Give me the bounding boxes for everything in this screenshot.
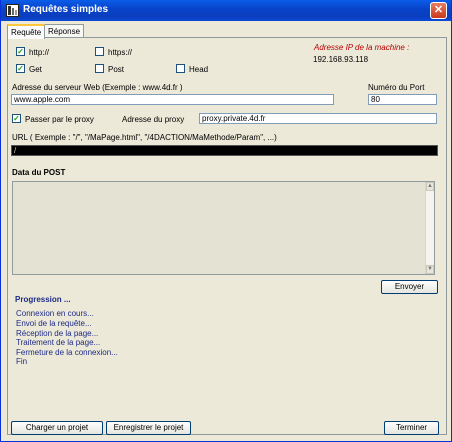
- tab-reponse[interactable]: Réponse: [44, 24, 85, 38]
- get-label: Get: [29, 65, 42, 74]
- tab-requete[interactable]: Requête: [7, 24, 46, 39]
- progress-step: Fin: [16, 357, 28, 366]
- tab-requete-label: Requête: [11, 28, 42, 37]
- load-project-button[interactable]: Charger un projet: [11, 421, 103, 435]
- progress-step: Connexion en cours...: [16, 309, 94, 318]
- arrow-down-icon[interactable]: ▼: [426, 265, 434, 274]
- checkmark-icon: ✓: [13, 114, 20, 123]
- window-title: Requêtes simples: [23, 4, 109, 15]
- post-label: Post: [108, 65, 125, 74]
- requetes-window: Requêtes simples ✕ Requête Réponse ✓ htt…: [0, 0, 452, 442]
- progress-step: Envoi de la requête...: [16, 319, 92, 328]
- get-checkbox[interactable]: ✓: [16, 64, 25, 73]
- port-label: Numéro du Port: [368, 83, 425, 92]
- http-label: http://: [29, 48, 50, 57]
- progress-step: Traitement de la page...: [16, 338, 101, 347]
- http-checkbox[interactable]: ✓: [16, 47, 25, 56]
- post-data-label: Data du POST: [12, 168, 66, 177]
- head-label: Head: [189, 65, 209, 74]
- machine-ip-label: Adresse IP de la machine :: [314, 43, 410, 52]
- proxy-checkbox-label: Passer par le proxy: [25, 115, 94, 124]
- requete-panel: ✓ http:// https:// ✓ Get Post Head Adres…: [7, 37, 447, 435]
- checkmark-icon: ✓: [17, 64, 24, 73]
- arrow-up-icon[interactable]: ▲: [426, 182, 434, 191]
- server-address-input[interactable]: www.apple.com: [11, 94, 334, 105]
- url-label: URL ( Exemple : "/", "/MaPage.html", "/4…: [12, 133, 277, 142]
- progression-title: Progression ...: [15, 295, 71, 304]
- post-checkbox[interactable]: [95, 64, 104, 73]
- post-data-scrollbar[interactable]: ▲ ▼: [425, 182, 434, 274]
- url-input[interactable]: /: [11, 145, 438, 156]
- port-input[interactable]: 80: [368, 94, 437, 105]
- https-checkbox[interactable]: [95, 47, 104, 56]
- progress-step: Fermeture de la connexion...: [16, 348, 118, 357]
- machine-ip-value: 192.168.93.118: [313, 55, 369, 64]
- progress-step: Réception de la page...: [16, 329, 99, 338]
- close-icon: ✕: [433, 4, 444, 16]
- proxy-checkbox[interactable]: ✓: [12, 114, 21, 123]
- checkmark-icon: ✓: [17, 47, 24, 56]
- 4d-app-icon: [6, 4, 19, 17]
- send-button[interactable]: Envoyer: [381, 280, 438, 294]
- finish-button[interactable]: Terminer: [384, 421, 439, 435]
- tab-reponse-label: Réponse: [48, 27, 81, 36]
- post-data-textarea[interactable]: ▲ ▼: [12, 181, 435, 275]
- title-bar[interactable]: Requêtes simples ✕: [1, 0, 451, 21]
- close-button[interactable]: ✕: [430, 2, 447, 19]
- proxy-address-input[interactable]: proxy.private.4d.fr: [199, 113, 437, 124]
- head-checkbox[interactable]: [176, 64, 185, 73]
- proxy-address-label: Adresse du proxy: [122, 115, 185, 124]
- save-project-button[interactable]: Enregistrer le projet: [106, 421, 191, 435]
- https-label: https://: [108, 48, 133, 57]
- server-address-label: Adresse du serveur Web (Exemple : www.4d…: [12, 83, 183, 92]
